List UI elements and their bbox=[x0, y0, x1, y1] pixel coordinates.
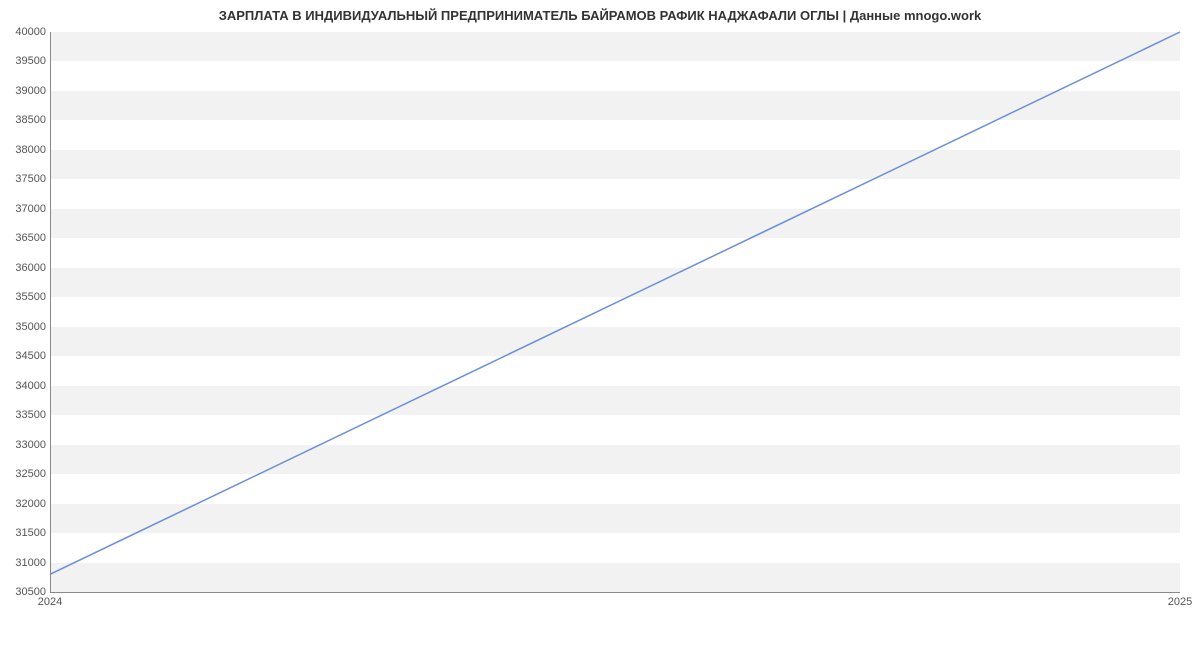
y-tick-label: 39500 bbox=[6, 55, 46, 67]
y-tick-label: 34000 bbox=[6, 380, 46, 392]
y-axis-line bbox=[50, 32, 51, 592]
y-tick-label: 32500 bbox=[6, 468, 46, 480]
y-tick-label: 35000 bbox=[6, 321, 46, 333]
y-tick-label: 37500 bbox=[6, 173, 46, 185]
y-tick-label: 31000 bbox=[6, 557, 46, 569]
y-tick-label: 36500 bbox=[6, 232, 46, 244]
chart-container: ЗАРПЛАТА В ИНДИВИДУАЛЬНЫЙ ПРЕДПРИНИМАТЕЛ… bbox=[0, 0, 1200, 650]
plot-area bbox=[50, 32, 1180, 592]
y-tick-label: 33000 bbox=[6, 439, 46, 451]
chart-line-svg bbox=[50, 32, 1180, 592]
y-tick-label: 38000 bbox=[6, 144, 46, 156]
y-tick-label: 31500 bbox=[6, 527, 46, 539]
chart-title: ЗАРПЛАТА В ИНДИВИДУАЛЬНЫЙ ПРЕДПРИНИМАТЕЛ… bbox=[0, 0, 1200, 23]
y-tick-label: 32000 bbox=[6, 498, 46, 510]
y-tick-label: 38500 bbox=[6, 114, 46, 126]
y-tick-label: 33500 bbox=[6, 409, 46, 421]
x-axis-line bbox=[50, 592, 1180, 593]
x-tick-label: 2025 bbox=[1168, 596, 1192, 608]
y-tick-label: 34500 bbox=[6, 350, 46, 362]
y-tick-label: 37000 bbox=[6, 203, 46, 215]
data-line bbox=[50, 32, 1180, 574]
y-tick-label: 40000 bbox=[6, 26, 46, 38]
y-tick-label: 39000 bbox=[6, 85, 46, 97]
y-tick-label: 35500 bbox=[6, 291, 46, 303]
x-tick-label: 2024 bbox=[38, 596, 62, 608]
y-tick-label: 36000 bbox=[6, 262, 46, 274]
